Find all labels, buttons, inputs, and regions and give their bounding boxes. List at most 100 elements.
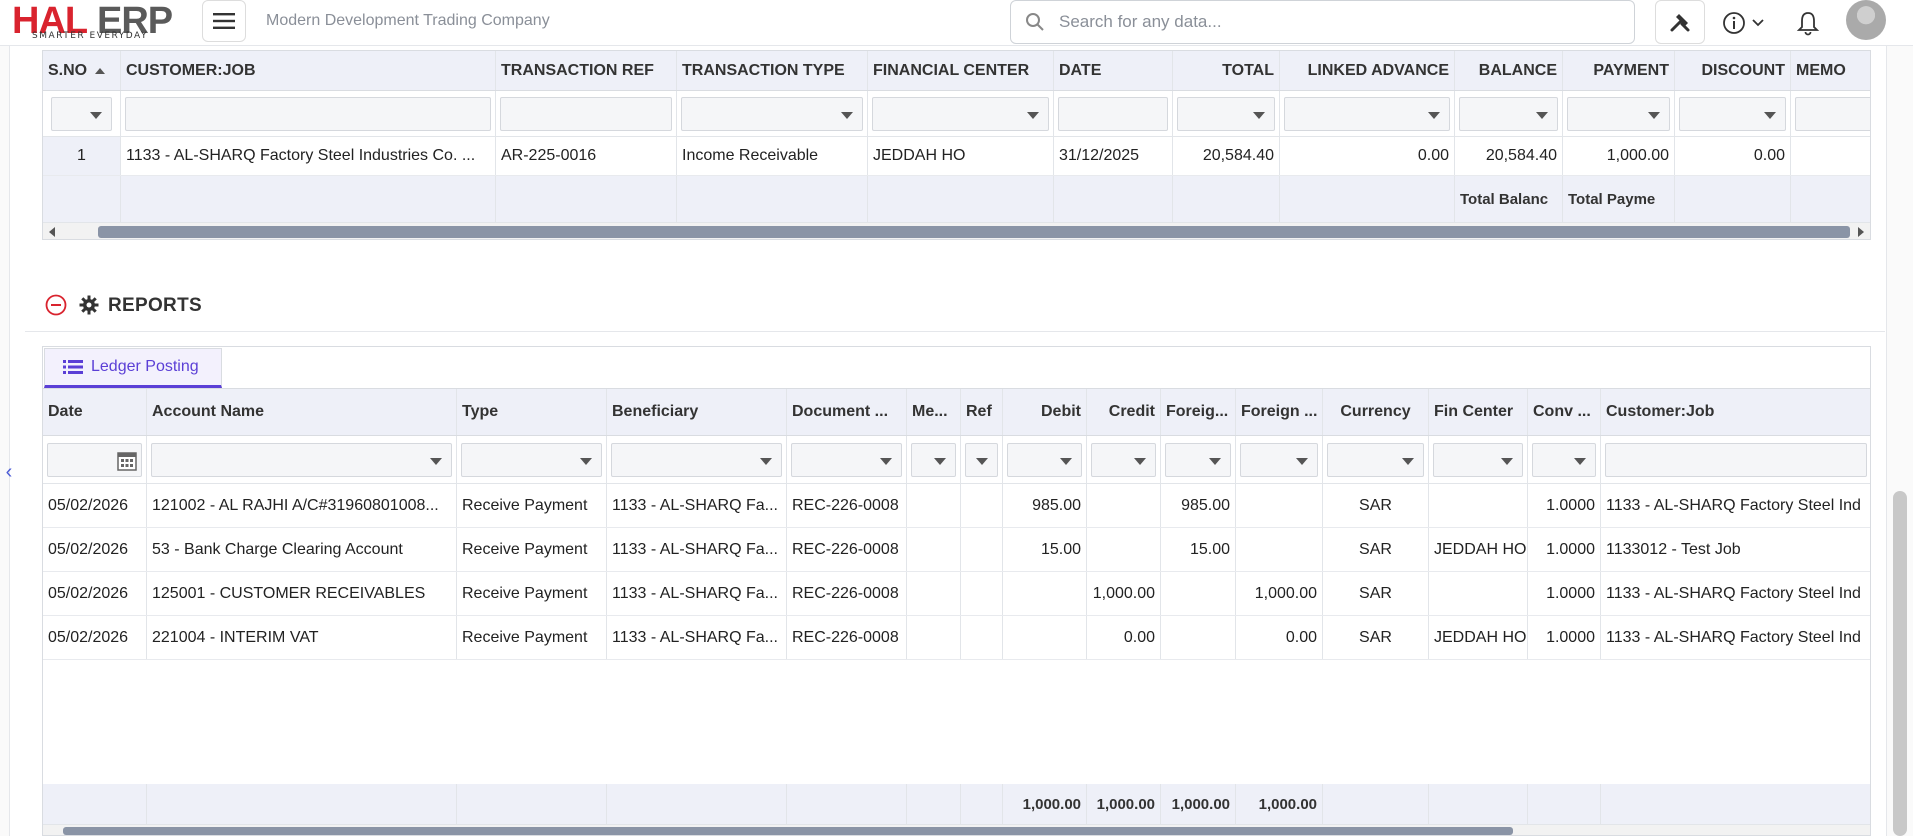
reports-section-header[interactable]: REPORTS [25, 280, 1885, 332]
sort-asc-icon[interactable] [95, 67, 106, 74]
filter-fin-center[interactable] [1429, 436, 1528, 483]
cell-date: 31/12/2025 [1054, 137, 1173, 175]
cell-type: Receive Payment [457, 528, 607, 571]
col-debit[interactable]: Debit [1003, 389, 1087, 435]
minus-circle-icon[interactable] [45, 294, 67, 316]
total-empty [607, 784, 787, 824]
filter-account-name[interactable] [147, 436, 457, 483]
cell-foreign-credit [1236, 528, 1323, 571]
cell-foreign-credit: 1,000.00 [1236, 572, 1323, 615]
col-currency[interactable]: Currency [1323, 389, 1429, 435]
cell-date: 05/02/2026 [43, 528, 147, 571]
col-customer-job[interactable]: CUSTOMER:JOB [121, 51, 496, 90]
filter-linked-advance[interactable] [1280, 91, 1455, 136]
chevron-down-icon [1752, 19, 1764, 27]
col-sno[interactable]: S.NO [43, 51, 121, 90]
filter-beneficiary[interactable] [607, 436, 787, 483]
col-customer-job[interactable]: Customer:Job [1601, 389, 1870, 435]
ledger-horizontal-scrollbar[interactable] [43, 824, 1870, 835]
cell-beneficiary: 1133 - AL-SHARQ Fa... [607, 616, 787, 659]
scroll-left-arrow[interactable] [49, 227, 55, 237]
search-input[interactable] [1059, 1, 1619, 43]
col-financial-center[interactable]: FINANCIAL CENTER [868, 51, 1054, 90]
ledger-header-row: Date Account Name Type Beneficiary Docum… [43, 388, 1870, 436]
col-discount[interactable]: DISCOUNT [1675, 51, 1791, 90]
info-menu-button[interactable] [1722, 10, 1772, 36]
col-total[interactable]: TOTAL [1173, 51, 1280, 90]
sidebar-expand-icon[interactable]: ‹ [0, 452, 18, 492]
filter-type[interactable] [457, 436, 607, 483]
notifications-button[interactable] [1796, 10, 1822, 36]
horizontal-scrollbar[interactable] [43, 222, 1870, 239]
filter-transaction-ref[interactable] [496, 91, 677, 136]
filter-foreign-debit[interactable] [1161, 436, 1236, 483]
filter-total[interactable] [1173, 91, 1280, 136]
tab-ledger-posting[interactable]: Ledger Posting [44, 348, 222, 388]
filter-balance[interactable] [1455, 91, 1563, 136]
cell-account-name: 121002 - AL RAJHI A/C#31960801008... [147, 484, 457, 527]
col-transaction-type[interactable]: TRANSACTION TYPE [677, 51, 868, 90]
scrollbar-thumb[interactable] [98, 226, 1850, 238]
filter-document[interactable] [787, 436, 907, 483]
col-date[interactable]: Date [43, 389, 147, 435]
table-row[interactable]: 05/02/2026 53 - Bank Charge Clearing Acco… [43, 528, 1870, 572]
col-transaction-ref[interactable]: TRANSACTION REF [496, 51, 677, 90]
filter-memo[interactable] [1791, 91, 1870, 136]
scroll-right-arrow[interactable] [1858, 227, 1864, 237]
sum-empty [43, 176, 121, 222]
col-memo[interactable]: MEMO [1791, 51, 1870, 90]
total-empty [1429, 784, 1528, 824]
filter-payment[interactable] [1563, 91, 1675, 136]
col-account-name[interactable]: Account Name [147, 389, 457, 435]
col-date[interactable]: DATE [1054, 51, 1173, 90]
filter-debit[interactable] [1003, 436, 1087, 483]
calendar-icon[interactable] [116, 450, 138, 472]
filter-foreign-credit[interactable] [1236, 436, 1323, 483]
table-row[interactable]: 05/02/2026 125001 - CUSTOMER RECEIVABLES R… [43, 572, 1870, 616]
col-foreign-debit[interactable]: Foreig... [1161, 389, 1236, 435]
logo[interactable]: HAL ERP SMARTER EVERYDAY [12, 1, 182, 43]
ledger-scrollbar-thumb[interactable] [63, 827, 1513, 835]
filter-discount[interactable] [1675, 91, 1791, 136]
col-beneficiary[interactable]: Beneficiary [607, 389, 787, 435]
cell-memo [907, 528, 961, 571]
filter-currency[interactable] [1323, 436, 1429, 483]
total-empty [147, 784, 457, 824]
col-credit[interactable]: Credit [1087, 389, 1161, 435]
col-document[interactable]: Document ... [787, 389, 907, 435]
page-scrollbar[interactable] [1886, 46, 1913, 836]
page-scrollbar-thumb[interactable] [1893, 491, 1907, 836]
col-conv[interactable]: Conv ... [1528, 389, 1601, 435]
cell-debit: 985.00 [1003, 484, 1087, 527]
cell-conv: 1.0000 [1528, 616, 1601, 659]
filter-credit[interactable] [1087, 436, 1161, 483]
filter-date[interactable] [43, 436, 147, 483]
global-search[interactable] [1010, 0, 1635, 44]
avatar[interactable] [1846, 0, 1886, 40]
menu-toggle-button[interactable] [202, 0, 246, 42]
filter-conv[interactable] [1528, 436, 1601, 483]
table-row[interactable]: 05/02/2026 221004 - INTERIM VAT Receive Pa… [43, 616, 1870, 660]
filter-date[interactable] [1054, 91, 1173, 136]
table-row[interactable]: 1 1133 - AL-SHARQ Factory Steel Industri… [43, 137, 1870, 176]
col-linked-advance[interactable]: LINKED ADVANCE [1280, 51, 1455, 90]
filter-transaction-type[interactable] [677, 91, 868, 136]
col-foreign-credit[interactable]: Foreign ... [1236, 389, 1323, 435]
filter-financial-center[interactable] [868, 91, 1054, 136]
filter-sno[interactable] [43, 91, 121, 136]
filter-memo[interactable] [907, 436, 961, 483]
cell-memo [907, 572, 961, 615]
col-balance[interactable]: BALANCE [1455, 51, 1563, 90]
table-row[interactable]: 05/02/2026 121002 - AL RAJHI A/C#31960801… [43, 484, 1870, 528]
filter-ref[interactable] [961, 436, 1003, 483]
col-payment[interactable]: PAYMENT [1563, 51, 1675, 90]
col-fin-center[interactable]: Fin Center [1429, 389, 1528, 435]
filter-customer-job[interactable] [121, 91, 496, 136]
col-type[interactable]: Type [457, 389, 607, 435]
col-ref[interactable]: Ref [961, 389, 1003, 435]
filter-customer-job[interactable] [1601, 436, 1870, 483]
tools-button[interactable] [1655, 0, 1705, 44]
col-memo[interactable]: Me... [907, 389, 961, 435]
cell-credit: 0.00 [1087, 616, 1161, 659]
left-rail [0, 46, 10, 836]
